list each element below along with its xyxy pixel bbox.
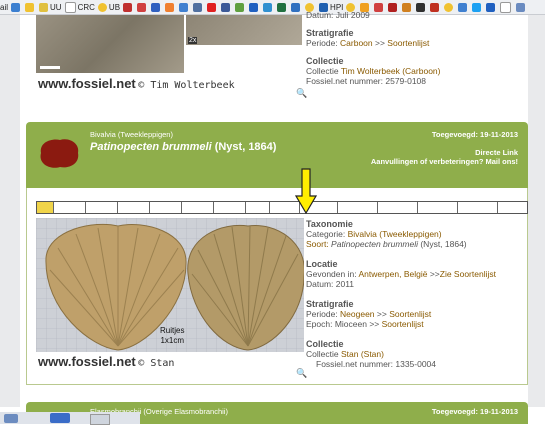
- periode-line: Periode: Carboon >> Soortenlijst: [306, 38, 430, 48]
- datum-text: Datum: 2011: [306, 279, 355, 289]
- geologic-timeline[interactable]: [36, 201, 528, 214]
- bookmark-icon[interactable]: [263, 2, 273, 12]
- soortenlijst-link[interactable]: Soortenlijst: [382, 319, 424, 329]
- species-silhouette-icon: [40, 139, 79, 168]
- periode-link[interactable]: Carboon: [340, 38, 373, 48]
- categorie-link[interactable]: Bivalvia (Tweekleppigen): [348, 229, 442, 239]
- taskbar-app-icon[interactable]: [90, 414, 110, 425]
- taxonomie-heading: Taxonomie: [306, 219, 353, 229]
- photo-watermark: www.fossiel.net © Tim Wolterbeek: [38, 76, 235, 91]
- scale-bar: [40, 66, 60, 69]
- locatie-heading: Locatie: [306, 259, 338, 269]
- soort-line: Soort: Patinopecten brummeli (Nyst, 1864…: [306, 239, 467, 249]
- page-left-background: [0, 15, 20, 407]
- collectie-link[interactable]: Stan (Stan): [341, 349, 384, 359]
- grid-scale-label: Ruitjes 1x1cm: [160, 326, 185, 345]
- photo-watermark: www.fossiel.net © Stan: [38, 354, 175, 369]
- fossiel-nummer: Fossiel.net nummer: 1335-0004: [316, 359, 437, 369]
- page-right-background: [528, 15, 545, 407]
- bookmark-crc[interactable]: CRC: [64, 1, 95, 13]
- zoom-icon[interactable]: 🔍: [296, 88, 307, 99]
- entry-details: Taxonomie Categorie: Bivalvia (Tweeklepp…: [306, 219, 526, 369]
- bookmark-icon[interactable]: [11, 2, 21, 12]
- bookmark-icon[interactable]: [165, 2, 175, 12]
- collectie-line: Collectie Tim Wolterbeek (Carboon): [306, 66, 441, 76]
- collectie-heading: Collectie: [306, 339, 344, 349]
- timeline-position-arrow-icon: [295, 168, 317, 214]
- periode-link[interactable]: Neogeen: [340, 309, 375, 319]
- image-zoom-badge: 2x: [188, 37, 198, 44]
- next-entry-added-date: Toegevoegd: 19-11-2013: [431, 407, 518, 416]
- bookmark-icon[interactable]: [291, 2, 301, 12]
- direct-link[interactable]: Directe Link: [475, 148, 518, 157]
- datum-text: Datum: Juli 2009: [306, 10, 370, 20]
- locatie-link[interactable]: Antwerpen, België: [358, 269, 427, 279]
- categorie-line: Categorie: Bivalvia (Tweekleppigen): [306, 229, 442, 239]
- youtube-icon[interactable]: [207, 2, 217, 12]
- fossil-photo-carboon-1[interactable]: [36, 15, 184, 73]
- taskbar: [0, 412, 140, 425]
- collectie-link[interactable]: Tim Wolterbeek (Carboon): [341, 66, 441, 76]
- taskbar-app-icon[interactable]: [50, 413, 70, 423]
- zoom-icon[interactable]: 🔍: [296, 368, 307, 379]
- bookmark-icon[interactable]: [277, 2, 287, 12]
- soortenlijst-link[interactable]: Soortenlijst: [389, 309, 431, 319]
- entry-header: Bivalvia (Tweekleppigen) Patinopecten br…: [26, 122, 528, 188]
- bookmark-mail[interactable]: ail: [0, 3, 8, 12]
- entry-added-date: Toegevoegd: 19-11-2013: [431, 130, 518, 139]
- bookmark-icon[interactable]: [221, 2, 231, 12]
- taskbar-app-icon[interactable]: [4, 414, 18, 423]
- stratigrafie-heading: Stratigrafie: [306, 299, 354, 309]
- epoch-line: Epoch: Mioceen >> Soortenlijst: [306, 319, 424, 329]
- fossil-photo-patinopecten[interactable]: Ruitjes 1x1cm: [36, 218, 304, 352]
- bookmark-icon[interactable]: [123, 2, 133, 12]
- gevonden-line: Gevonden in: Antwerpen, België >>Zie Soo…: [306, 269, 496, 279]
- bookmark-ub[interactable]: UB: [97, 2, 120, 12]
- bookmark-icon[interactable]: [249, 2, 259, 12]
- soortenlijst-link[interactable]: Soortenlijst: [387, 38, 429, 48]
- folder-icon[interactable]: [25, 2, 35, 12]
- improvements-link[interactable]: Aanvullingen of verbeteringen? Mail ons!: [371, 157, 518, 166]
- entry-species-name: Patinopecten brummeli (Nyst, 1864): [90, 141, 277, 153]
- bookmark-icon[interactable]: [151, 2, 161, 12]
- top-entry-details: Datum: Juli 2009 Stratigrafie Periode: C…: [306, 10, 526, 86]
- bookmark-uu[interactable]: UU: [39, 2, 62, 12]
- collectie-heading: Collectie: [306, 56, 344, 66]
- stratigrafie-heading: Stratigrafie: [306, 28, 354, 38]
- entry-category: Bivalvia (Tweekleppigen): [90, 130, 173, 139]
- fossiel-nummer: Fossiel.net nummer: 2579-0108: [306, 76, 427, 86]
- fossil-photo-carboon-2[interactable]: 2x: [186, 15, 302, 45]
- bookmark-icon[interactable]: [235, 2, 245, 12]
- bookmark-icon[interactable]: [137, 2, 147, 12]
- collectie-line: Collectie Stan (Stan): [306, 349, 384, 359]
- periode-line: Periode: Neogeen >> Soortenlijst: [306, 309, 432, 319]
- bookmark-icon[interactable]: [179, 2, 189, 12]
- timeline-marker: [37, 202, 53, 213]
- bookmark-icon[interactable]: [193, 2, 203, 12]
- zie-soortenlijst-link[interactable]: Zie Soortenlijst: [440, 269, 496, 279]
